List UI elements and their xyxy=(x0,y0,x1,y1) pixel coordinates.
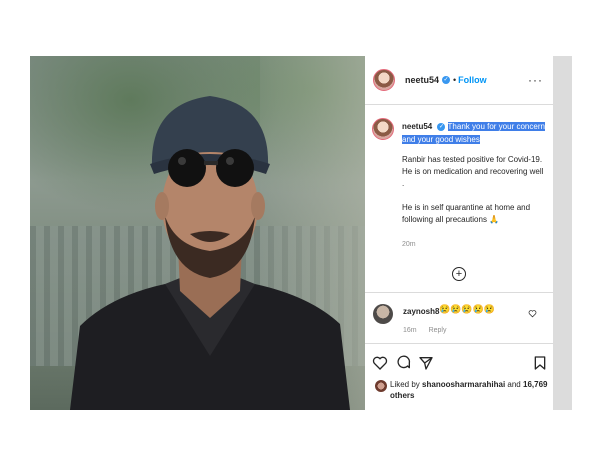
action-bar xyxy=(372,355,552,375)
caption-avatar[interactable] xyxy=(372,118,394,140)
liker-avatar[interactable] xyxy=(375,380,387,392)
comments-divider xyxy=(365,292,553,293)
person-figure xyxy=(70,96,350,410)
post-header: neetu54 ✓ • Follow ··· xyxy=(365,60,553,100)
more-options-icon[interactable]: ··· xyxy=(528,73,543,87)
likes-text: Liked by shanoosharmarahihai and 16,769 … xyxy=(390,379,550,401)
reply-button[interactable]: Reply xyxy=(429,327,447,334)
likes-prefix: Liked by xyxy=(390,380,420,389)
caption-paragraph: He is in self quarantine at home and fol… xyxy=(402,203,531,224)
likes-middle: and xyxy=(507,380,521,389)
caption-body: Ranbir has tested positive for Covid-19.… xyxy=(402,154,547,238)
post-username[interactable]: neetu54 xyxy=(405,75,439,85)
comment-timestamp: 16m xyxy=(403,327,417,334)
caption-username[interactable]: neetu54 xyxy=(402,122,432,131)
avatar[interactable] xyxy=(373,69,395,91)
separator-dot: • xyxy=(453,75,457,85)
comment-like-icon[interactable] xyxy=(528,309,537,318)
comment-username[interactable]: zaynosh8 xyxy=(403,307,439,316)
follow-button[interactable]: Follow xyxy=(458,75,487,85)
heart-icon[interactable] xyxy=(372,355,388,371)
actions-divider xyxy=(365,343,553,344)
caption-timestamp: 20m xyxy=(402,241,416,248)
bookmark-icon[interactable] xyxy=(532,355,548,371)
comment-text: 😢😢😢😢😢 xyxy=(439,304,496,314)
header-divider xyxy=(365,104,553,105)
comment-meta: 16m Reply xyxy=(403,327,456,334)
verified-icon: ✓ xyxy=(442,76,451,84)
caption-heading: neetu54 ✓ Thank you for your concern and… xyxy=(402,120,547,146)
post-image[interactable] xyxy=(30,56,365,410)
load-more-comments-icon[interactable]: + xyxy=(452,267,466,281)
liker-username[interactable]: shanoosharmarahihai xyxy=(422,380,505,389)
comment-icon[interactable] xyxy=(396,355,412,371)
caption-paragraph: Ranbir has tested positive for Covid-19.… xyxy=(402,155,544,188)
share-icon[interactable] xyxy=(418,355,434,371)
scroll-strip xyxy=(553,56,572,410)
verified-icon: ✓ xyxy=(437,122,446,131)
comment-avatar[interactable] xyxy=(373,304,393,324)
